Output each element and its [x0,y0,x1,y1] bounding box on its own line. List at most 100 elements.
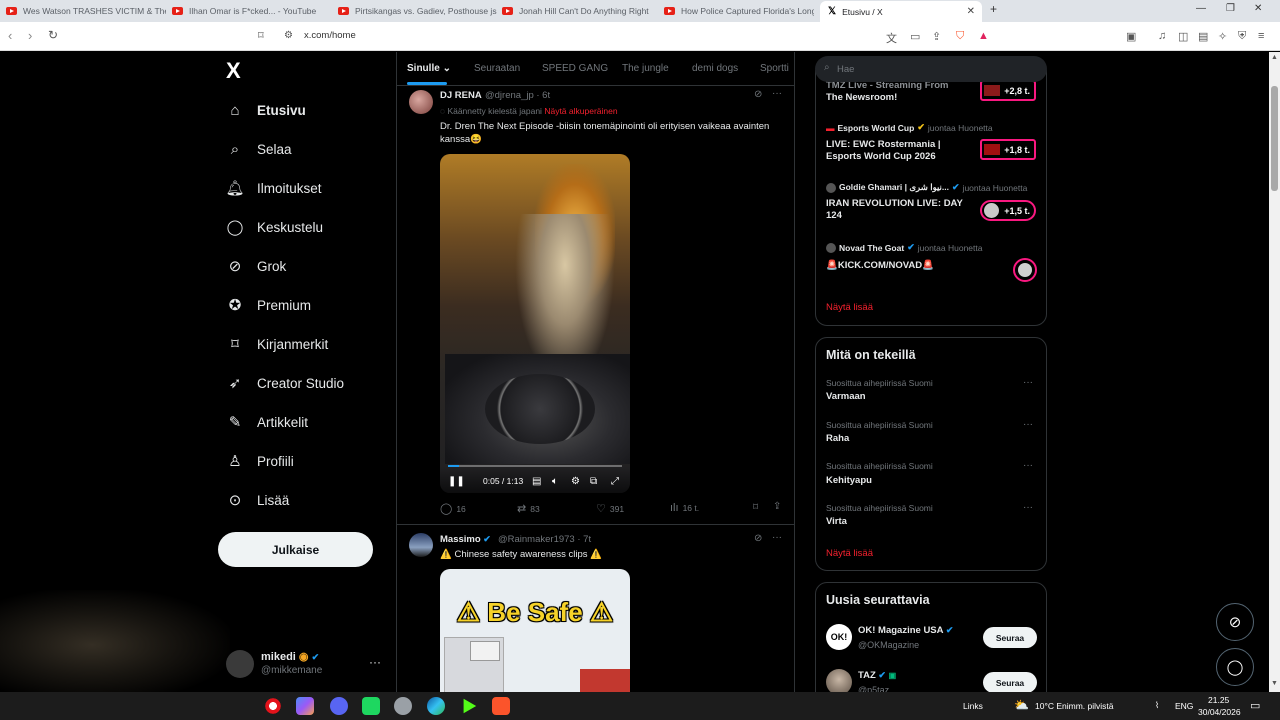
more-icon[interactable]: ··· [772,532,782,543]
share-icon[interactable]: ⇪ [773,501,781,512]
tab-speed-gang[interactable]: SPEED GANG [542,63,608,74]
more-icon[interactable]: ··· [772,88,782,99]
close-window-button[interactable]: ✕ [1254,3,1262,14]
tweet-author-name[interactable]: DJ RENA [440,90,482,101]
live-listeners-badge[interactable] [1013,258,1037,282]
live-listeners-badge[interactable]: +1,5 t. [980,200,1036,221]
nav-home[interactable]: ⌂ Etusivu [225,98,305,122]
like-button[interactable]: ♡ 391 [596,502,624,515]
nav-explore[interactable]: ⌕ Selaa [225,137,292,161]
trend-name[interactable]: Kehityapu [826,475,872,486]
pip-icon[interactable]: ⧉ [590,476,597,487]
media-icon[interactable]: ♫ [1158,30,1166,42]
nav-articles[interactable]: ✎ Artikkelit [225,410,308,434]
nav-profile[interactable]: ♙ Profiili [225,449,294,473]
network-icon[interactable]: ⌇ [1155,700,1159,711]
forward-icon[interactable]: › [28,28,32,43]
tweet-video[interactable]: ❚❚ 0:05 / 1:13 ▤ 🔈︎ ⚙ ⧉ ⤢ [440,154,630,493]
browser-tab-active[interactable]: 𝕏 Etusivu / X ✕ [820,1,982,22]
fullscreen-icon[interactable]: ⤢ [611,476,619,487]
scroll-up-icon[interactable]: ▲ [1271,54,1278,61]
follow-name[interactable]: OK! Magazine USA ✔ [858,625,953,636]
account-more-icon[interactable]: ··· [369,655,381,669]
tweet-author-handle[interactable]: @djrena_jp · 6t [485,90,550,101]
weather-text[interactable]: 10°C Enimm. pilvistä [1035,701,1114,711]
url-field[interactable]: x.com/home [304,30,356,41]
show-more-link[interactable]: Näytä lisää [826,302,873,313]
nav-premium[interactable]: ✪ Premium [225,293,311,317]
discord-icon[interactable] [330,697,348,715]
language-indicator[interactable]: ENG [1175,701,1193,711]
translate-icon[interactable]: 文 [886,30,897,46]
new-tab-button[interactable]: + [990,2,997,16]
grok-icon[interactable]: ⊘ [754,533,762,544]
kick-icon[interactable] [463,698,477,714]
tweet-author-handle[interactable]: @Rainmaker1973 · 7t [498,534,591,545]
site-info-icon[interactable]: ⚙ [284,30,293,41]
post-button[interactable]: Julkaise [218,532,373,567]
brave-shield-icon[interactable]: ⛉ [956,30,964,43]
vpn-icon[interactable]: ⛨ [1238,30,1246,43]
menu-icon[interactable]: ≡ [1258,30,1264,42]
nav-notifications[interactable]: 🔔︎ Ilmoitukset [225,176,321,200]
share-icon[interactable]: ⇪ [932,30,941,43]
cast-icon[interactable]: ▭ [910,30,920,43]
search-input[interactable] [837,61,1037,77]
live-title[interactable]: IRAN REVOLUTION LIVE: DAY 124 [826,198,976,222]
grok-fab-button[interactable]: ⊘ [1216,603,1254,641]
ai-icon[interactable]: ✧ [1218,30,1227,43]
trend-more-icon[interactable]: ··· [1023,460,1033,471]
grok-icon[interactable]: ⊘ [754,89,762,100]
wallet-icon[interactable]: ▤ [1198,30,1208,43]
tab-sportti[interactable]: Sportti [760,63,789,74]
minimize-button[interactable]: — [1196,3,1206,14]
links-toolbar[interactable]: Links [963,701,983,711]
live-host[interactable]: Goldie Ghamari | نیوا شری... ✔ juontaa Huo… [826,182,1027,193]
live-title[interactable]: LIVE: EWC Rostermania | Esports World Cu… [826,139,976,163]
avatar[interactable] [409,533,433,557]
sidebar-toggle-icon[interactable]: ▣ [1126,30,1136,43]
settings-icon[interactable]: ⚙ [571,476,580,487]
notification-icon[interactable]: ▭ [1250,699,1260,712]
nav-more[interactable]: ⊙ Lisää [225,488,290,512]
avatar[interactable] [226,650,254,678]
live-title[interactable]: TMZ Live - Streaming From The Newsroom! [826,80,976,104]
close-tab-icon[interactable]: ✕ [967,6,975,17]
captions-icon[interactable]: ▤ [532,476,541,487]
live-listeners-badge[interactable]: +1,8 t. [980,139,1036,160]
nav-bookmarks[interactable]: ⌑ Kirjanmerkit [225,332,328,356]
avatar[interactable] [409,90,433,114]
avatar[interactable]: OK! [826,624,852,650]
tab-demi-dogs[interactable]: demi dogs [692,63,738,74]
trend-more-icon[interactable]: ··· [1023,419,1033,430]
settings-icon[interactable] [394,697,412,715]
tweet-video[interactable]: ⚠ Be Safe ⚠ [440,569,630,692]
tab-following[interactable]: Seuraatan [474,63,520,74]
browser-tab[interactable]: Jonah Hill Can't Do Anything Right [502,2,662,20]
live-listeners-badge[interactable]: +2,8 t. [980,80,1036,101]
bookmark-page-icon[interactable]: ⌑ [258,29,264,42]
live-host[interactable]: ▬ Esports World Cup ✔ juontaa Huonetta [826,122,993,133]
scroll-down-icon[interactable]: ▼ [1271,680,1278,687]
page-scrollbar[interactable]: ▲ ▼ [1269,52,1280,692]
opera-icon[interactable] [264,697,282,715]
reload-icon[interactable]: ↻ [48,28,58,42]
tweet-author-name[interactable]: Massimo ✔ [440,534,491,545]
maximize-button[interactable]: ❐ [1226,3,1235,14]
app-icon[interactable] [296,697,314,715]
show-more-link[interactable]: Näytä lisää [826,548,873,559]
brave-icon[interactable] [492,697,510,715]
tab-the-jungle[interactable]: The jungle [622,63,669,74]
show-original-link[interactable]: Näytä alkuperäinen [544,106,617,116]
trend-name[interactable]: Varmaan [826,391,866,402]
nav-chat[interactable]: ◯ Keskustelu [225,215,323,239]
volume-icon[interactable]: 🔈︎ [552,476,558,487]
bookmark-icon[interactable]: ⌑ [753,502,758,513]
browser-tab[interactable]: How Police Captured Florida's Longe [664,2,814,20]
tab-for-you[interactable]: Sinulle ⌄ [407,63,451,74]
messages-fab-button[interactable]: ◯ [1216,648,1254,686]
browser-tab[interactable]: Pirtsikangas vs. Gadiev, Posthouse js [338,2,498,20]
back-icon[interactable]: ‹ [8,28,12,43]
trend-name[interactable]: Virta [826,516,847,527]
browser-tab[interactable]: Ilhan Omar is F*cked... - YouTube [172,2,332,20]
